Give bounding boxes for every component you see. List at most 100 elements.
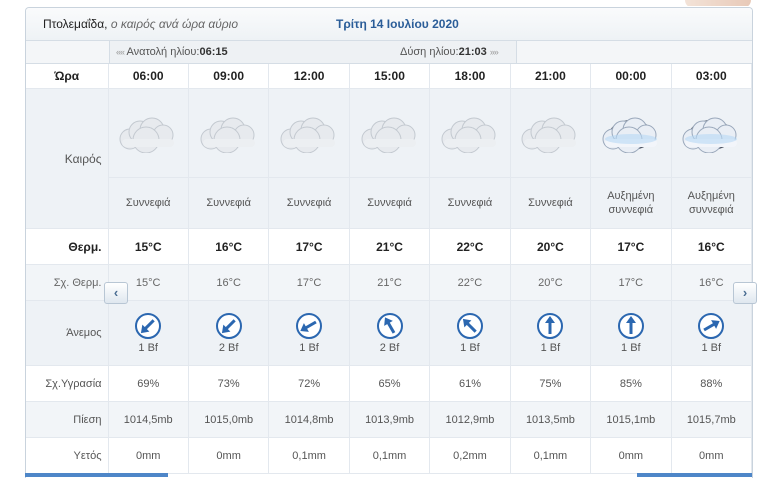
condition-text: Αυξημένη (687, 190, 735, 202)
sun-times-band: «‹‹ Ανατολή ηλίου:06:15 Δύση ηλίου:21:03… (109, 41, 517, 63)
forecast-header: Πτολεμαΐδα, ο καιρός ανά ώρα αύριο Τρίτη… (26, 8, 752, 41)
rain-cell: 0,1mm (268, 437, 350, 474)
temperature-cell: 20°C (510, 228, 592, 265)
wind-arrow-icon (109, 312, 188, 340)
weather-icon-cell (590, 88, 672, 178)
rain-cell: 0,2mm (429, 437, 511, 474)
temperature-cell: 15°C (108, 228, 189, 265)
rain-row: Υετός 0mm 0mm 0,1mm 0,1mm 0,2mm 0,1mm 0mm 0mm (26, 437, 752, 474)
location-name: Πτολεμαΐδα, (43, 17, 108, 31)
forecast-table: Ώρα 06:00 09:00 12:00 15:00 18:00 21:00 00:00 0… (26, 64, 752, 474)
wind-cell: 1 Bf (671, 300, 752, 366)
pressure-cell: 1013,5mb (510, 401, 592, 438)
pressure-label: Πίεση (26, 401, 109, 438)
feels-like-cell: 20°C (510, 264, 592, 301)
condition-text: Συννεφιά (125, 197, 171, 209)
condition-text: Αυξημένη (607, 190, 655, 202)
condition-text: Συννεφιά (528, 197, 573, 209)
scroll-bar-right (637, 473, 752, 477)
night-cloudy-icon (672, 113, 751, 153)
left-arrows-icon: «‹‹ (116, 47, 125, 57)
hour-row: Ώρα 06:00 09:00 12:00 15:00 18:00 21:00 00:00 0… (26, 64, 752, 89)
condition-cell: Συννεφιά (108, 177, 189, 229)
humidity-cell: 88% (671, 365, 752, 402)
wind-force: 1 Bf (701, 342, 722, 354)
pressure-cell: 1014,8mb (268, 401, 350, 438)
hour-cell: 03:00 (671, 64, 752, 89)
humidity-cell: 61% (429, 365, 511, 402)
condition-cell: Συννεφιά (349, 177, 431, 229)
wind-arrow-icon (430, 312, 509, 340)
sun-times-row: «‹‹ Ανατολή ηλίου:06:15 Δύση ηλίου:21:03… (26, 41, 752, 64)
rain-cell: 0,1mm (510, 437, 592, 474)
temperature-cell: 16°C (188, 228, 270, 265)
temperature-cell: 17°C (590, 228, 672, 265)
humidity-label: Σχ.Υγρασία (26, 365, 109, 402)
sunrise-label: Ανατολή ηλίου: (126, 46, 200, 58)
cloudy-icon (269, 113, 348, 153)
rain-cell: 0mm (108, 437, 189, 474)
condition-text-line2: συννεφιά (608, 204, 654, 216)
next-button[interactable]: › (733, 282, 757, 304)
humidity-cell: 85% (590, 365, 672, 402)
temp-label: Θερμ. (26, 228, 109, 265)
condition-cell: Αυξημένη συννεφιά (671, 177, 752, 229)
humidity-cell: 75% (510, 365, 592, 402)
wind-arrow-icon (511, 312, 590, 340)
wind-arrow-icon (672, 312, 751, 340)
pressure-cell: 1015,7mb (671, 401, 752, 438)
rain-cell: 0mm (671, 437, 752, 474)
top-strip (0, 0, 765, 6)
wind-cell: 1 Bf (429, 300, 511, 366)
feels-like-cell: 17°C (590, 264, 672, 301)
cloudy-icon (109, 113, 188, 153)
temperature-cell: 22°C (429, 228, 511, 265)
feels-like-cell: 17°C (268, 264, 350, 301)
cloudy-icon (189, 113, 268, 153)
previous-button[interactable]: ‹ (104, 282, 128, 304)
humidity-cell: 69% (108, 365, 189, 402)
sunrise-time: 06:15 (199, 46, 228, 58)
condition-cell: Συννεφιά (510, 177, 592, 229)
corner-decoration (685, 0, 751, 6)
wind-cell: 1 Bf (510, 300, 592, 366)
wind-force: 2 Bf (379, 342, 400, 354)
cloudy-icon (511, 113, 590, 153)
hour-label: Ώρα (26, 64, 109, 89)
wind-row: Άνεμος 1 Bf 2 Bf 1 Bf 2 Bf 1 Bf 1 Bf 1 Bf 1 Bf (26, 300, 752, 366)
wind-arrow-icon (189, 312, 268, 340)
wind-cell: 2 Bf (188, 300, 270, 366)
wind-force: 1 Bf (621, 342, 641, 354)
condition-cell: Συννεφιά (188, 177, 270, 229)
wind-arrow-icon (350, 312, 429, 340)
wind-cell: 1 Bf (108, 300, 189, 366)
weather-label: Καιρός (26, 88, 109, 229)
condition-text: Συννεφιά (447, 197, 493, 209)
weather-icon-cell (510, 88, 592, 178)
hour-cell: 18:00 (429, 64, 511, 89)
weather-icon-cell (108, 88, 189, 178)
location-subtitle: ο καιρός ανά ώρα αύριο (110, 17, 239, 31)
weather-icon-cell (429, 88, 511, 178)
condition-cell: Συννεφιά (429, 177, 511, 229)
pressure-cell: 1015,1mb (590, 401, 672, 438)
wind-force: 1 Bf (138, 342, 158, 354)
temperature-cell: 21°C (349, 228, 431, 265)
sunrise: «‹‹ Ανατολή ηλίου:06:15 (116, 46, 228, 58)
sunset-label: Δύση ηλίου: (400, 46, 459, 58)
wind-cell: 1 Bf (590, 300, 672, 366)
temperature-row: Θερμ. 15°C 16°C 17°C 21°C 22°C 20°C 17°C 16°C (26, 228, 752, 265)
pressure-cell: 1013,9mb (349, 401, 431, 438)
weather-icon-cell (349, 88, 431, 178)
rain-cell: 0mm (590, 437, 672, 474)
rain-label: Υετός (26, 437, 109, 474)
temperature-cell: 16°C (671, 228, 752, 265)
condition-text-line2: συννεφιά (688, 204, 734, 216)
wind-arrow-icon (591, 312, 670, 340)
hour-cell: 15:00 (349, 64, 431, 89)
condition-text: Συννεφιά (286, 197, 332, 209)
scroll-bar-left (25, 473, 168, 477)
condition-cell: Αυξημένη συννεφιά (590, 177, 672, 229)
rain-cell: 0mm (188, 437, 270, 474)
cloudy-icon (350, 113, 429, 153)
